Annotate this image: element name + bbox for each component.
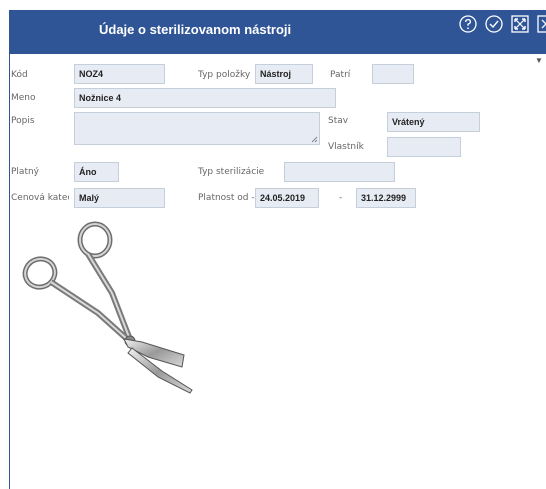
- cenova-kategoria-label: Cenová kateç: [11, 193, 69, 203]
- fullscreen-icon[interactable]: [510, 14, 530, 34]
- stav-label: Stav: [328, 116, 349, 126]
- typ-sterilizacie-label: Typ sterilizácie: [198, 167, 265, 177]
- scissors-image: [22, 221, 193, 394]
- typ-polozky-label: Typ položky: [198, 70, 251, 80]
- typ-polozky-field[interactable]: Nástroj: [255, 64, 313, 84]
- platnost-do-field[interactable]: 31.12.2999: [356, 188, 416, 208]
- help-icon[interactable]: [458, 14, 478, 34]
- platnost-label: Platnost od -: [198, 193, 255, 203]
- window-frame: [9, 54, 10, 489]
- vlastnik-field[interactable]: [387, 137, 461, 157]
- stav-field[interactable]: Vrátený: [387, 112, 480, 132]
- patri-field[interactable]: [372, 64, 414, 84]
- check-icon[interactable]: [484, 14, 504, 34]
- cenova-kategoria-field[interactable]: Malý: [74, 188, 165, 208]
- close-icon[interactable]: [536, 14, 546, 34]
- platny-field[interactable]: Áno: [74, 162, 119, 182]
- resize-handle-icon[interactable]: [311, 136, 318, 143]
- platnost-separator: -: [339, 193, 343, 203]
- collapse-caret-icon[interactable]: ▼: [535, 56, 543, 65]
- kod-field[interactable]: NOZ4: [74, 64, 165, 84]
- platny-label: Platný: [11, 167, 40, 177]
- meno-field[interactable]: Nožnice 4: [74, 88, 336, 108]
- kod-label: Kód: [11, 70, 28, 80]
- window-title: Údaje o sterilizovanom nástroji: [99, 22, 292, 37]
- meno-label: Meno: [11, 93, 36, 103]
- popis-textarea[interactable]: [74, 112, 320, 145]
- platnost-od-field[interactable]: 24.05.2019: [255, 188, 319, 208]
- popis-label: Popis: [11, 116, 35, 126]
- vlastnik-label: Vlastník: [328, 142, 364, 152]
- patri-label: Patrí: [330, 70, 351, 80]
- typ-sterilizacie-field[interactable]: [284, 162, 395, 182]
